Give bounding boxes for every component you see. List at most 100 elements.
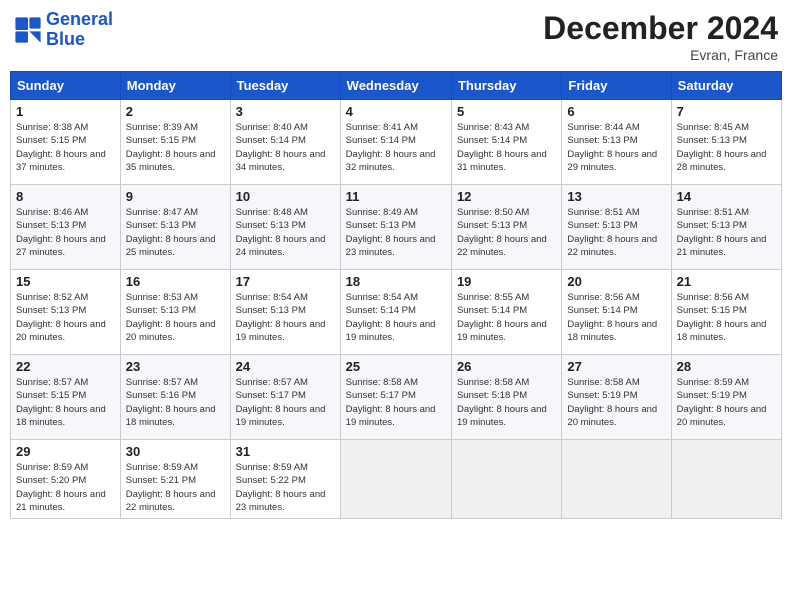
cell-info: Sunrise: 8:58 AMSunset: 5:18 PMDaylight:… [457,376,556,429]
calendar-cell [340,440,451,519]
col-header-friday: Friday [562,72,671,100]
cell-info: Sunrise: 8:39 AMSunset: 5:15 PMDaylight:… [126,121,225,174]
calendar-cell: 23Sunrise: 8:57 AMSunset: 5:16 PMDayligh… [120,355,230,440]
cell-info: Sunrise: 8:41 AMSunset: 5:14 PMDaylight:… [346,121,446,174]
cell-info: Sunrise: 8:59 AMSunset: 5:19 PMDaylight:… [677,376,776,429]
day-number: 12 [457,189,556,204]
calendar-cell: 17 Sunrise: 8:54 AMSunset: 5:13 PMDayligh… [230,270,340,355]
day-number: 1 [16,104,115,119]
day-number: 11 [346,189,446,204]
calendar-cell: 1 Sunrise: 8:38 AMSunset: 5:15 PMDaylight… [11,100,121,185]
day-number: 27 [567,359,665,374]
month-title: December 2024 [543,10,778,47]
col-header-saturday: Saturday [671,72,781,100]
day-number: 16 [126,274,225,289]
day-number: 23 [126,359,225,374]
calendar-cell: 19 Sunrise: 8:55 AMSunset: 5:14 PMDayligh… [451,270,561,355]
cell-info: Sunrise: 8:51 AMSunset: 5:13 PMDaylight:… [567,206,665,259]
day-number: 17 [236,274,335,289]
calendar-cell: 15 Sunrise: 8:52 AMSunset: 5:13 PMDayligh… [11,270,121,355]
day-number: 7 [677,104,776,119]
calendar-header-row: SundayMondayTuesdayWednesdayThursdayFrid… [11,72,782,100]
cell-info: Sunrise: 8:49 AMSunset: 5:13 PMDaylight:… [346,206,446,259]
calendar-cell: 28 Sunrise: 8:59 AMSunset: 5:19 PMDayligh… [671,355,781,440]
day-number: 21 [677,274,776,289]
day-number: 8 [16,189,115,204]
day-number: 25 [346,359,446,374]
cell-info: Sunrise: 8:40 AMSunset: 5:14 PMDaylight:… [236,121,335,174]
calendar-cell: 16 Sunrise: 8:53 AMSunset: 5:13 PMDayligh… [120,270,230,355]
day-number: 2 [126,104,225,119]
day-number: 6 [567,104,665,119]
title-area: December 2024 Evran, France [543,10,778,63]
calendar-cell: 21 Sunrise: 8:56 AMSunset: 5:15 PMDayligh… [671,270,781,355]
location-subtitle: Evran, France [543,47,778,63]
cell-info: Sunrise: 8:57 AMSunset: 5:15 PMDaylight:… [16,376,115,429]
day-number: 3 [236,104,335,119]
cell-info: Sunrise: 8:54 AMSunset: 5:14 PMDaylight:… [346,291,446,344]
logo: General Blue [14,10,113,50]
day-number: 31 [236,444,335,459]
calendar-week-1: 1 Sunrise: 8:38 AMSunset: 5:15 PMDaylight… [11,100,782,185]
day-number: 19 [457,274,556,289]
calendar-cell: 26Sunrise: 8:58 AMSunset: 5:18 PMDayligh… [451,355,561,440]
calendar-cell [451,440,561,519]
calendar-cell: 22 Sunrise: 8:57 AMSunset: 5:15 PMDayligh… [11,355,121,440]
cell-info: Sunrise: 8:58 AMSunset: 5:19 PMDaylight:… [567,376,665,429]
calendar-cell: 12 Sunrise: 8:50 AMSunset: 5:13 PMDayligh… [451,185,561,270]
calendar-body: 1 Sunrise: 8:38 AMSunset: 5:15 PMDaylight… [11,100,782,519]
cell-info: Sunrise: 8:52 AMSunset: 5:13 PMDaylight:… [16,291,115,344]
logo-icon [14,16,42,44]
cell-info: Sunrise: 8:48 AMSunset: 5:13 PMDaylight:… [236,206,335,259]
calendar-cell: 20 Sunrise: 8:56 AMSunset: 5:14 PMDayligh… [562,270,671,355]
cell-info: Sunrise: 8:58 AMSunset: 5:17 PMDaylight:… [346,376,446,429]
cell-info: Sunrise: 8:51 AMSunset: 5:13 PMDaylight:… [677,206,776,259]
cell-info: Sunrise: 8:57 AMSunset: 5:17 PMDaylight:… [236,376,335,429]
calendar-cell: 29 Sunrise: 8:59 AMSunset: 5:20 PMDayligh… [11,440,121,519]
day-number: 9 [126,189,225,204]
day-number: 13 [567,189,665,204]
day-number: 29 [16,444,115,459]
day-number: 4 [346,104,446,119]
calendar-cell: 10 Sunrise: 8:48 AMSunset: 5:13 PMDayligh… [230,185,340,270]
cell-info: Sunrise: 8:59 AMSunset: 5:22 PMDaylight:… [236,461,335,514]
col-header-thursday: Thursday [451,72,561,100]
calendar-week-2: 8 Sunrise: 8:46 AMSunset: 5:13 PMDaylight… [11,185,782,270]
calendar-cell: 11 Sunrise: 8:49 AMSunset: 5:13 PMDayligh… [340,185,451,270]
calendar-cell [671,440,781,519]
calendar-cell: 30 Sunrise: 8:59 AMSunset: 5:21 PMDayligh… [120,440,230,519]
cell-info: Sunrise: 8:43 AMSunset: 5:14 PMDaylight:… [457,121,556,174]
cell-info: Sunrise: 8:46 AMSunset: 5:13 PMDaylight:… [16,206,115,259]
cell-info: Sunrise: 8:50 AMSunset: 5:13 PMDaylight:… [457,206,556,259]
calendar-cell: 24 Sunrise: 8:57 AMSunset: 5:17 PMDayligh… [230,355,340,440]
cell-info: Sunrise: 8:56 AMSunset: 5:14 PMDaylight:… [567,291,665,344]
day-number: 20 [567,274,665,289]
calendar-cell: 2 Sunrise: 8:39 AMSunset: 5:15 PMDaylight… [120,100,230,185]
day-number: 24 [236,359,335,374]
calendar-cell: 8 Sunrise: 8:46 AMSunset: 5:13 PMDaylight… [11,185,121,270]
day-number: 14 [677,189,776,204]
calendar-week-5: 29 Sunrise: 8:59 AMSunset: 5:20 PMDayligh… [11,440,782,519]
cell-info: Sunrise: 8:55 AMSunset: 5:14 PMDaylight:… [457,291,556,344]
calendar-cell: 3 Sunrise: 8:40 AMSunset: 5:14 PMDaylight… [230,100,340,185]
calendar-cell: 6Sunrise: 8:44 AMSunset: 5:13 PMDaylight… [562,100,671,185]
cell-info: Sunrise: 8:38 AMSunset: 5:15 PMDaylight:… [16,121,115,174]
calendar-cell: 18 Sunrise: 8:54 AMSunset: 5:14 PMDayligh… [340,270,451,355]
day-number: 10 [236,189,335,204]
day-number: 18 [346,274,446,289]
calendar-cell: 9 Sunrise: 8:47 AMSunset: 5:13 PMDaylight… [120,185,230,270]
day-number: 28 [677,359,776,374]
logo-text-general: General [46,9,113,29]
day-number: 22 [16,359,115,374]
cell-info: Sunrise: 8:59 AMSunset: 5:21 PMDaylight:… [126,461,225,514]
cell-info: Sunrise: 8:53 AMSunset: 5:13 PMDaylight:… [126,291,225,344]
day-number: 5 [457,104,556,119]
cell-info: Sunrise: 8:47 AMSunset: 5:13 PMDaylight:… [126,206,225,259]
cell-info: Sunrise: 8:56 AMSunset: 5:15 PMDaylight:… [677,291,776,344]
day-number: 30 [126,444,225,459]
day-number: 15 [16,274,115,289]
col-header-tuesday: Tuesday [230,72,340,100]
calendar-week-4: 22 Sunrise: 8:57 AMSunset: 5:15 PMDayligh… [11,355,782,440]
cell-info: Sunrise: 8:54 AMSunset: 5:13 PMDaylight:… [236,291,335,344]
cell-info: Sunrise: 8:59 AMSunset: 5:20 PMDaylight:… [16,461,115,514]
